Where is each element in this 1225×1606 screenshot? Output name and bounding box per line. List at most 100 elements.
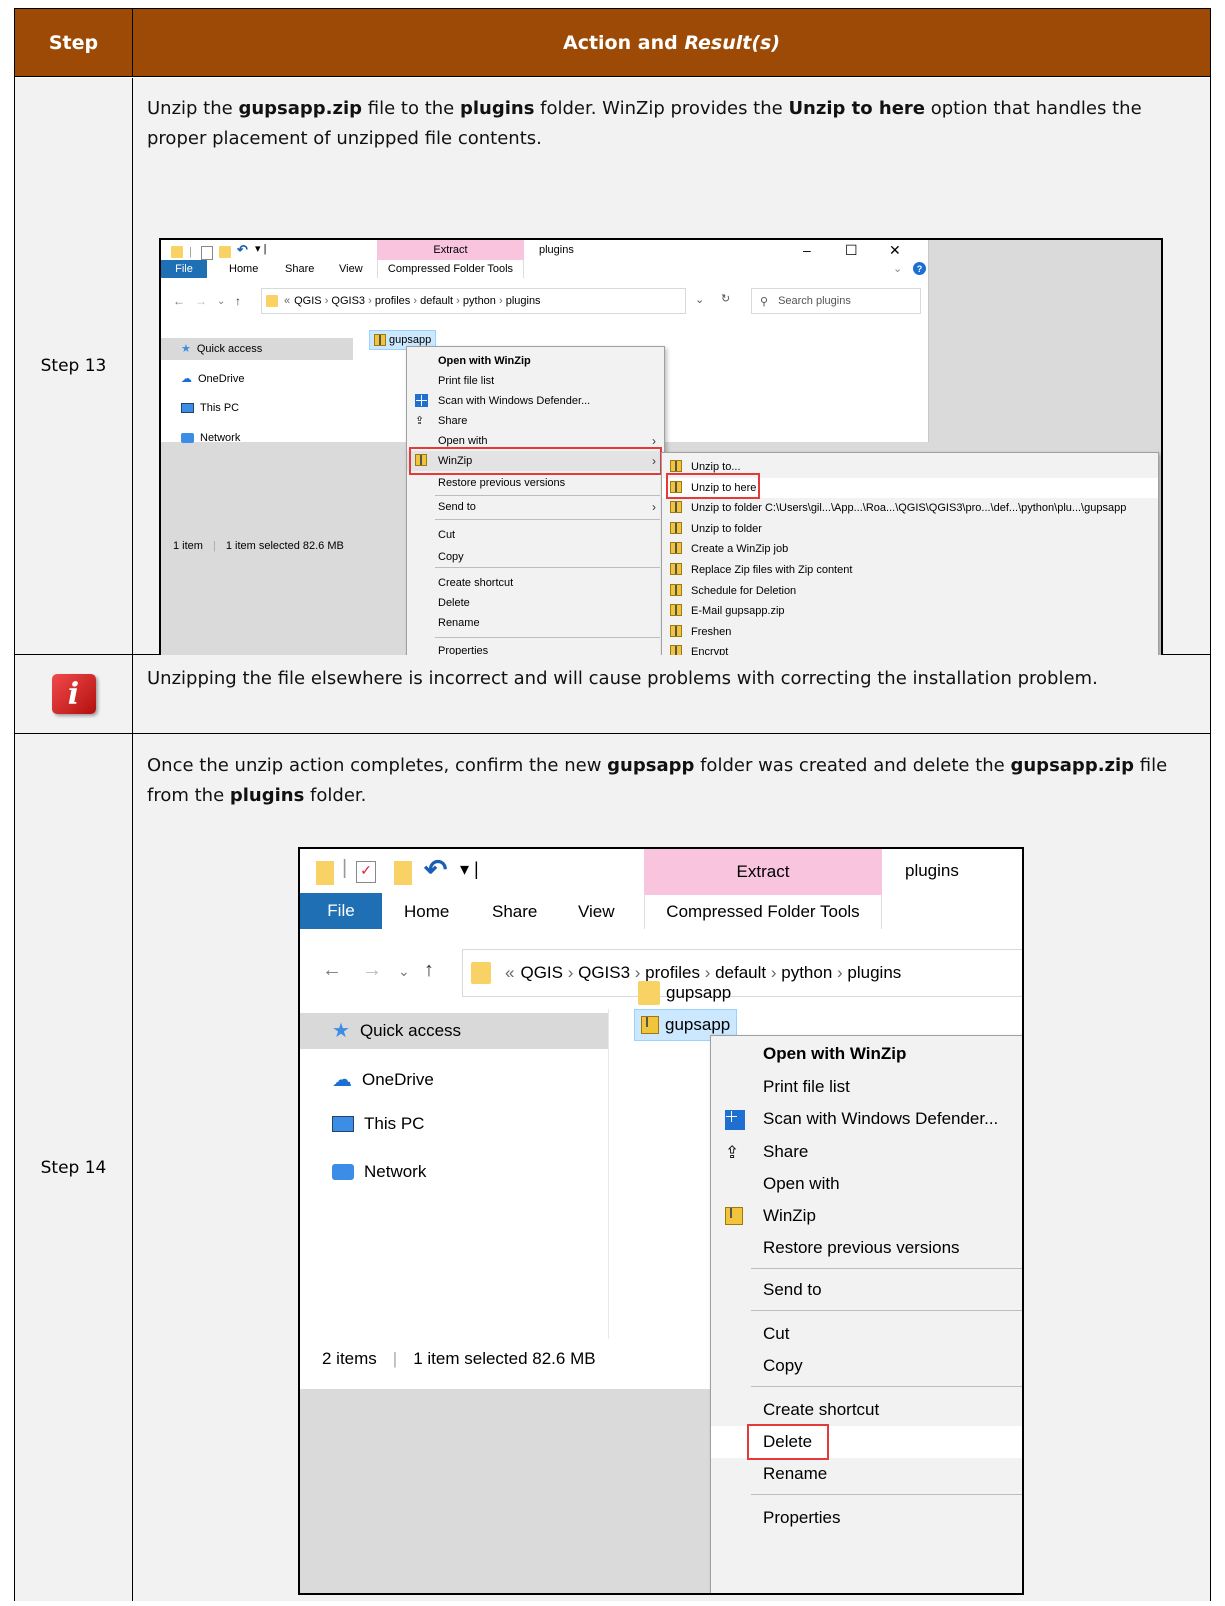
tab-share[interactable]: Share xyxy=(285,263,314,275)
help-icon[interactable]: ? xyxy=(913,262,926,275)
tab-share[interactable]: Share xyxy=(492,902,537,922)
tab-file[interactable]: File xyxy=(300,893,382,929)
menu-item-scan-defender[interactable]: Scan with Windows Defender... xyxy=(711,1103,1022,1135)
breadcrumb[interactable]: QGIS › QGIS3 › profiles › default › pyth… xyxy=(520,963,901,983)
chevron-down-icon[interactable]: ⌄ xyxy=(893,262,902,275)
breadcrumb-separator-icon[interactable]: › xyxy=(453,295,463,307)
breadcrumb-item[interactable]: plugins xyxy=(847,963,901,982)
compressed-folder-tools-tab[interactable]: Compressed Folder Tools xyxy=(377,260,524,278)
menu-item-print-file-list[interactable]: Print file list xyxy=(407,371,664,391)
menu-item-restore-versions[interactable]: Restore previous versions xyxy=(407,473,664,493)
menu-item-send-to[interactable]: Send to xyxy=(711,1274,1022,1306)
address-bar[interactable]: « QGIS › QGIS3 › profiles › default › py… xyxy=(261,288,686,314)
submenu-item[interactable]: Schedule for Deletion xyxy=(662,581,1158,601)
tab-home[interactable]: Home xyxy=(404,902,449,922)
up-arrow-icon[interactable]: ↑ xyxy=(424,959,434,982)
breadcrumb-item[interactable]: QGIS3 xyxy=(331,295,365,307)
folder-item[interactable]: gupsapp xyxy=(638,981,731,1005)
menu-item-cut[interactable]: Cut xyxy=(407,525,664,545)
sidebar-item-onedrive[interactable]: ☁ OneDrive xyxy=(332,1067,434,1092)
customize-icon[interactable]: ▾ | xyxy=(255,242,266,256)
sidebar-item-this-pc[interactable]: This PC xyxy=(181,402,239,414)
back-arrow-icon[interactable]: ← xyxy=(173,294,185,308)
menu-item-open-with-winzip[interactable]: Open with WinZip xyxy=(711,1038,1022,1070)
menu-item-restore-versions[interactable]: Restore previous versions xyxy=(711,1232,1022,1264)
submenu-item[interactable]: E-Mail gupsapp.zip xyxy=(662,601,1158,621)
sidebar-item-network[interactable]: Network xyxy=(181,432,240,444)
submenu-item[interactable]: Freshen xyxy=(662,622,1158,642)
submenu-item[interactable]: Create a WinZip job xyxy=(662,539,1158,559)
recent-chevron-icon[interactable]: ⌄ xyxy=(217,296,225,307)
extract-tab[interactable]: Extract xyxy=(644,849,882,895)
forward-arrow-icon[interactable]: → xyxy=(195,294,207,308)
undo-icon[interactable]: ↶ xyxy=(237,242,248,257)
menu-item-share[interactable]: ⇪ Share xyxy=(711,1136,1022,1168)
minimize-button[interactable]: – xyxy=(803,242,811,258)
recent-chevron-icon[interactable]: ⌄ xyxy=(398,963,410,980)
search-input[interactable]: ⚲ Search plugins xyxy=(751,288,921,314)
breadcrumb-separator-icon[interactable]: › xyxy=(563,963,578,982)
address-bar[interactable]: « QGIS › QGIS3 › profiles › default › py… xyxy=(462,949,1022,997)
address-dropdown-icon[interactable]: ⌄ xyxy=(695,293,704,306)
breadcrumb-separator-icon[interactable]: › xyxy=(766,963,781,982)
up-arrow-icon[interactable]: ↑ xyxy=(235,294,241,308)
menu-item-properties[interactable]: Properties xyxy=(711,1502,1022,1534)
breadcrumb-separator-icon[interactable]: › xyxy=(496,295,506,307)
extract-tab[interactable]: Extract xyxy=(377,240,524,260)
breadcrumb-item[interactable]: QGIS xyxy=(520,963,563,982)
menu-item-scan-defender[interactable]: Scan with Windows Defender... xyxy=(407,391,664,411)
sidebar-item-network[interactable]: Network xyxy=(332,1162,426,1182)
menu-item-share[interactable]: ⇪ Share xyxy=(407,411,664,431)
menu-item-copy[interactable]: Copy xyxy=(711,1350,1022,1382)
breadcrumb-item[interactable]: QGIS3 xyxy=(578,963,630,982)
breadcrumb-item[interactable]: default xyxy=(715,963,766,982)
sidebar-item-this-pc[interactable]: This PC xyxy=(332,1114,424,1134)
breadcrumb-item[interactable]: default xyxy=(420,295,453,307)
sidebar-item-quick-access[interactable]: ★ Quick access xyxy=(332,1018,461,1043)
menu-separator xyxy=(751,1386,1022,1387)
submenu-item[interactable]: Unzip to folder xyxy=(662,519,1158,539)
submenu-item[interactable]: Unzip to folder C:\Users\gil...\App...\R… xyxy=(662,498,1158,518)
breadcrumb-item[interactable]: QGIS xyxy=(294,295,322,307)
breadcrumb-separator-icon[interactable]: › xyxy=(630,963,645,982)
maximize-button[interactable]: ☐ xyxy=(845,242,858,259)
breadcrumb-item[interactable]: python xyxy=(463,295,496,307)
breadcrumb-separator-icon[interactable]: › xyxy=(410,295,420,307)
tab-file[interactable]: File xyxy=(161,260,207,278)
highlight-box xyxy=(747,1424,829,1460)
undo-icon[interactable]: ↶ xyxy=(424,853,447,886)
forward-arrow-icon[interactable]: → xyxy=(362,959,382,982)
tab-home[interactable]: Home xyxy=(229,263,258,275)
close-button[interactable]: ✕ xyxy=(889,242,901,259)
menu-item-copy[interactable]: Copy xyxy=(407,547,664,567)
menu-item-print-file-list[interactable]: Print file list xyxy=(711,1071,1022,1103)
breadcrumb-separator-icon[interactable]: › xyxy=(322,295,332,307)
menu-item-rename[interactable]: Rename xyxy=(711,1458,1022,1490)
refresh-icon[interactable]: ↻ xyxy=(721,292,730,305)
breadcrumb-item[interactable]: plugins xyxy=(506,295,541,307)
menu-item-open-with-winzip[interactable]: Open with WinZip xyxy=(407,351,664,371)
menu-item-create-shortcut[interactable]: Create shortcut xyxy=(711,1394,1022,1426)
menu-item-create-shortcut[interactable]: Create shortcut xyxy=(407,573,664,593)
submenu-item[interactable]: Replace Zip files with Zip content xyxy=(662,560,1158,580)
customize-icon[interactable]: ▾ | xyxy=(460,859,479,880)
breadcrumb-item[interactable]: profiles xyxy=(375,295,410,307)
breadcrumb-separator-icon[interactable]: › xyxy=(700,963,715,982)
menu-item-winzip[interactable]: WinZip xyxy=(711,1200,1022,1232)
menu-item-send-to[interactable]: Send to › xyxy=(407,497,664,517)
breadcrumb-item[interactable]: profiles xyxy=(645,963,700,982)
tab-view[interactable]: View xyxy=(339,263,363,275)
menu-item-delete[interactable]: Delete xyxy=(407,593,664,613)
menu-item-rename[interactable]: Rename xyxy=(407,613,664,633)
breadcrumb-separator-icon[interactable]: › xyxy=(832,963,847,982)
breadcrumb[interactable]: QGIS › QGIS3 › profiles › default › pyth… xyxy=(294,295,540,307)
sidebar-item-quick-access[interactable]: ★ Quick access xyxy=(181,342,262,356)
tab-view[interactable]: View xyxy=(578,902,615,922)
compressed-folder-tools-tab[interactable]: Compressed Folder Tools xyxy=(644,895,882,929)
back-arrow-icon[interactable]: ← xyxy=(322,959,342,982)
sidebar-item-onedrive[interactable]: ☁ OneDrive xyxy=(181,372,244,386)
menu-item-cut[interactable]: Cut xyxy=(711,1318,1022,1350)
breadcrumb-item[interactable]: python xyxy=(781,963,832,982)
breadcrumb-separator-icon[interactable]: › xyxy=(365,295,375,307)
menu-item-open-with[interactable]: Open with xyxy=(711,1168,1022,1200)
